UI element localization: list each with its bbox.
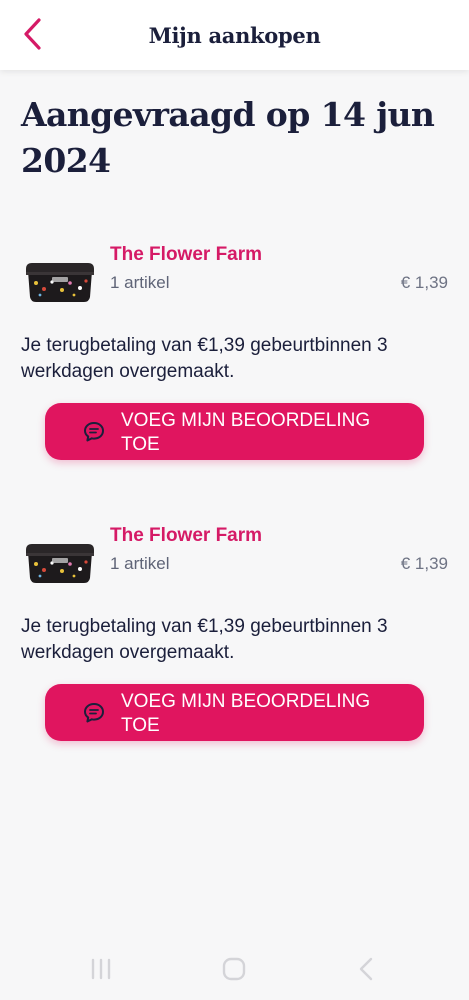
refund-message: Je terugbetaling van €1,39 gebeurtbinnen… — [21, 616, 388, 663]
page-title: Aangevraagd op 14 jun 2024 — [21, 95, 435, 180]
home-button[interactable] — [219, 956, 249, 982]
shop-name: The Flower Farm — [110, 525, 263, 546]
home-icon — [222, 957, 246, 981]
shop-name: The Flower Farm — [110, 244, 263, 265]
price: € 1,39 — [400, 273, 448, 292]
add-review-button[interactable]: VOEG MIJN BEOORDELING TOE — [45, 684, 424, 741]
chevron-left-icon — [24, 18, 41, 50]
add-review-button[interactable]: VOEG MIJN BEOORDELING TOE — [45, 403, 424, 460]
refund-message: Je terugbetaling van €1,39 gebeurtbinnen… — [21, 335, 388, 382]
order-card: The Flower Farm 1 artikel € 1,39 Je teru… — [0, 516, 469, 746]
add-review-label: VOEG MIJN BEOORDELING TOE — [121, 691, 371, 736]
back-icon — [359, 957, 373, 981]
product-thumbnail — [26, 263, 94, 302]
speech-bubble-icon — [84, 422, 104, 442]
speech-bubble-icon — [84, 703, 104, 723]
top-app-bar: Mijn aankopen — [0, 0, 469, 70]
system-back-button[interactable] — [352, 956, 382, 982]
price: € 1,39 — [400, 554, 448, 573]
order-card: The Flower Farm 1 artikel € 1,39 Je teru… — [0, 235, 469, 465]
product-thumbnail — [26, 544, 94, 583]
item-count: 1 artikel — [110, 273, 170, 292]
add-review-label: VOEG MIJN BEOORDELING TOE — [121, 410, 371, 455]
back-button[interactable] — [22, 14, 62, 54]
item-count: 1 artikel — [110, 554, 170, 573]
system-navigation-bar — [0, 938, 469, 1000]
recent-apps-button[interactable] — [86, 956, 116, 982]
recent-apps-icon — [91, 958, 111, 980]
header-title: Mijn aankopen — [148, 22, 321, 48]
